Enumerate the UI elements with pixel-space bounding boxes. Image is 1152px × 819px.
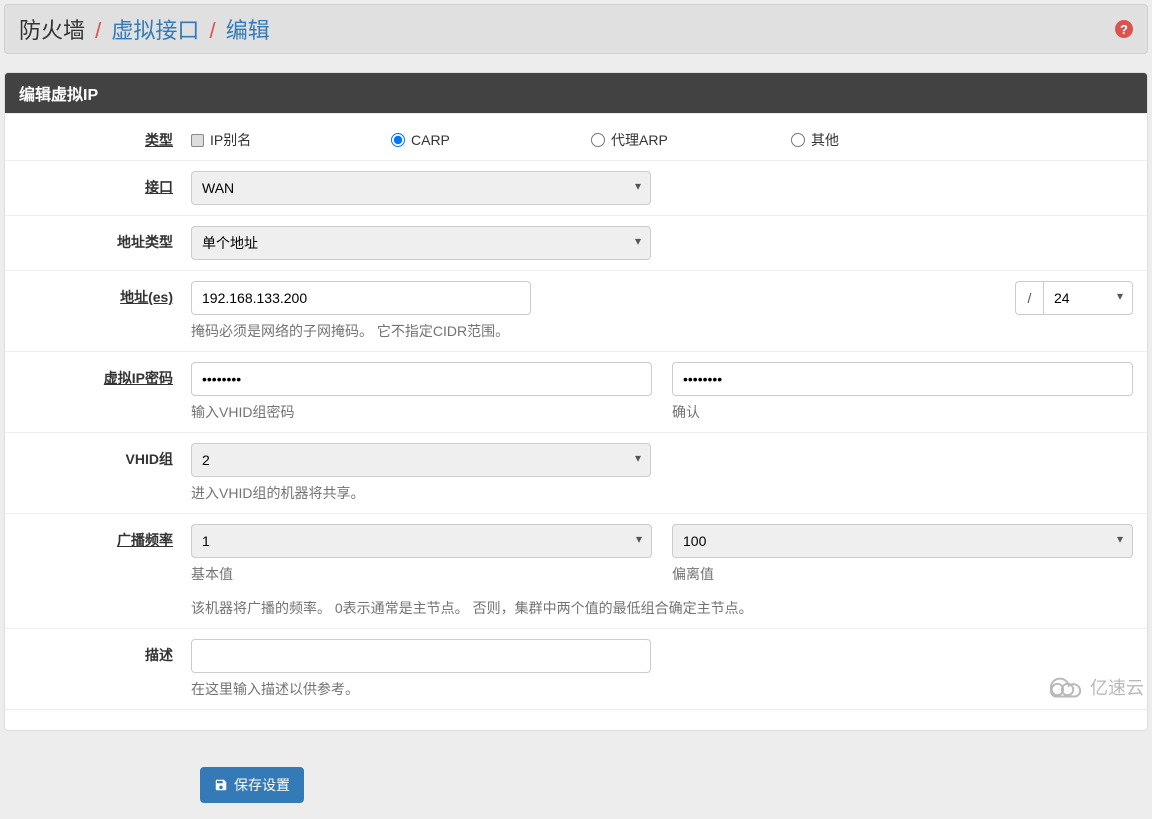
label-adv-freq: 广播频率 — [19, 524, 191, 550]
description-input[interactable] — [191, 639, 651, 673]
panel-title: 编辑虚拟IP — [5, 73, 1147, 113]
vhid-help: 进入VHID组的机器将共享。 — [191, 483, 1133, 503]
addr-type-select[interactable]: 单个地址 — [191, 226, 651, 260]
help-icon[interactable]: ? — [1115, 20, 1133, 38]
breadcrumb-link-edit[interactable]: 编辑 — [226, 18, 270, 43]
password-input[interactable] — [191, 362, 652, 396]
breadcrumb-link-virtual[interactable]: 虚拟接口 — [111, 18, 199, 43]
adv-help: 该机器将广播的频率。 0表示通常是主节点。 否则，集群中两个值的最低组合确定主节… — [191, 598, 1133, 618]
breadcrumb: 防火墙 / 虚拟接口 / 编辑 — [19, 13, 270, 45]
cidr-slash: / — [1015, 281, 1043, 315]
address-help: 掩码必须是网络的子网掩码。 它不指定CIDR范围。 — [191, 321, 1133, 341]
label-vhid: VHID组 — [19, 443, 191, 469]
label-addresses: 地址(es) — [19, 281, 191, 307]
save-icon — [214, 778, 228, 792]
radio-other[interactable]: 其他 — [791, 130, 991, 150]
password-confirm-help: 确认 — [672, 402, 1133, 422]
cloud-icon — [1046, 675, 1084, 699]
checkbox-icon — [191, 134, 204, 147]
adv-skew-select[interactable]: 100 — [672, 524, 1133, 558]
radio-ipalias[interactable]: IP别名 — [191, 130, 391, 150]
cidr-select[interactable]: 24 — [1043, 281, 1133, 315]
vhid-select[interactable]: 2 — [191, 443, 651, 477]
edit-vip-panel: 编辑虚拟IP 类型 IP别名 CARP 代理ARP — [4, 72, 1148, 731]
radio-carp[interactable]: CARP — [391, 130, 591, 150]
watermark: 亿速云 — [1046, 674, 1144, 700]
type-radio-group: IP别名 CARP 代理ARP 其他 — [191, 124, 1133, 150]
label-vip-password: 虚拟IP密码 — [19, 362, 191, 388]
adv-base-select[interactable]: 1 — [191, 524, 652, 558]
breadcrumb-root: 防火墙 — [19, 18, 85, 43]
label-addr-type: 地址类型 — [19, 226, 191, 252]
adv-base-help: 基本值 — [191, 564, 652, 584]
adv-skew-help: 偏离值 — [672, 564, 1133, 584]
label-type: 类型 — [19, 124, 191, 150]
label-interface: 接口 — [19, 171, 191, 197]
password-confirm-input[interactable] — [672, 362, 1133, 396]
label-description: 描述 — [19, 639, 191, 665]
save-button[interactable]: 保存设置 — [200, 767, 304, 803]
password-help: 输入VHID组密码 — [191, 402, 652, 422]
description-help: 在这里输入描述以供参考。 — [191, 679, 1133, 699]
breadcrumb-bar: 防火墙 / 虚拟接口 / 编辑 ? — [4, 4, 1148, 54]
radio-proxyarp[interactable]: 代理ARP — [591, 130, 791, 150]
interface-select[interactable]: WAN — [191, 171, 651, 205]
address-input[interactable] — [191, 281, 531, 315]
